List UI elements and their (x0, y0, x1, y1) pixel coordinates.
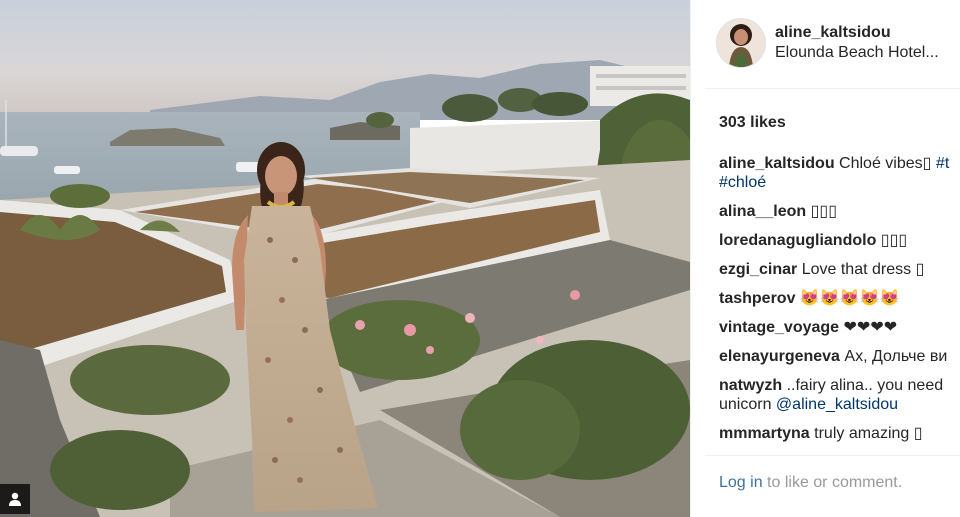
comment-username[interactable]: mmmartyna (719, 425, 810, 442)
login-link[interactable]: Log in (719, 474, 763, 491)
comment-item: alina__leon ▯▯▯ (719, 202, 960, 221)
comment-text: Love that dress (801, 261, 916, 278)
comment-text: 😻😻😻😻😻 (799, 290, 900, 307)
comment-username[interactable]: ezgi_cinar (719, 261, 797, 278)
person-tag-icon[interactable] (0, 484, 30, 514)
comment-text: Chloé vibes (839, 155, 923, 172)
comment-item: aline_kaltsidou Chloé vibes▯ #t #chloé (719, 154, 960, 192)
comment-username[interactable]: elenayurgeneva (719, 348, 840, 365)
comment-item: natwyzh ..fairy alina.. you need unicorn… (719, 376, 960, 414)
comment-text: unicorn (719, 396, 776, 413)
comment-username[interactable]: aline_kaltsidou (719, 155, 835, 172)
comment-item: tashperov 😻😻😻😻😻 (719, 289, 960, 308)
post-header: aline_kaltsidou Elounda Beach Hotel... (691, 0, 960, 84)
post-sidebar: aline_kaltsidou Elounda Beach Hotel... 3… (690, 0, 960, 517)
emoji-box-icon: ▯▯▯ (810, 203, 838, 220)
comment-username[interactable]: natwyzh (719, 377, 782, 394)
post-location[interactable]: Elounda Beach Hotel... (775, 44, 939, 62)
comment-username[interactable]: loredanagugliandolo (719, 232, 876, 249)
header-divider (705, 88, 960, 89)
comment-hashtag[interactable]: #t (931, 155, 949, 172)
comment-text: ..fairy alina.. you need (786, 377, 944, 394)
comment-item: elenayurgeneva Ах, Дольче ви (719, 347, 960, 366)
comment-username[interactable]: alina__leon (719, 203, 806, 220)
post-username[interactable]: aline_kaltsidou (775, 24, 891, 42)
comment-text: Ах, Дольче ви (844, 348, 948, 365)
avatar[interactable] (716, 18, 766, 68)
login-prompt: Log in to like or comment. (719, 474, 902, 492)
comment-item: ezgi_cinar Love that dress ▯ (719, 260, 960, 279)
post-photo[interactable] (0, 0, 690, 517)
comment-username[interactable]: vintage_voyage (719, 319, 839, 336)
emoji-box-icon: ▯▯▯ (880, 232, 908, 249)
comment-text: ❤❤❤❤ (843, 319, 898, 336)
comment-item: mmmartyna truly amazing ▯ (719, 424, 960, 443)
comment-username[interactable]: tashperov (719, 290, 795, 307)
emoji-box-icon: ▯ (915, 261, 925, 278)
comment-hashtag[interactable]: #chloé (719, 173, 960, 192)
photo-illustration (0, 0, 690, 517)
comment-text: truly amazing (814, 425, 914, 442)
login-prompt-text: to like or comment. (762, 474, 903, 491)
comment-item: loredanagugliandolo ▯▯▯ (719, 231, 960, 250)
emoji-box-icon: ▯ (913, 425, 923, 442)
comment-list: aline_kaltsidou Chloé vibes▯ #t #chloé a… (719, 154, 960, 444)
likes-count[interactable]: 303 likes (719, 114, 786, 132)
comment-mention[interactable]: @aline_kaltsidou (776, 396, 898, 413)
comment-item: vintage_voyage ❤❤❤❤ (719, 318, 960, 337)
footer-divider (705, 455, 960, 456)
